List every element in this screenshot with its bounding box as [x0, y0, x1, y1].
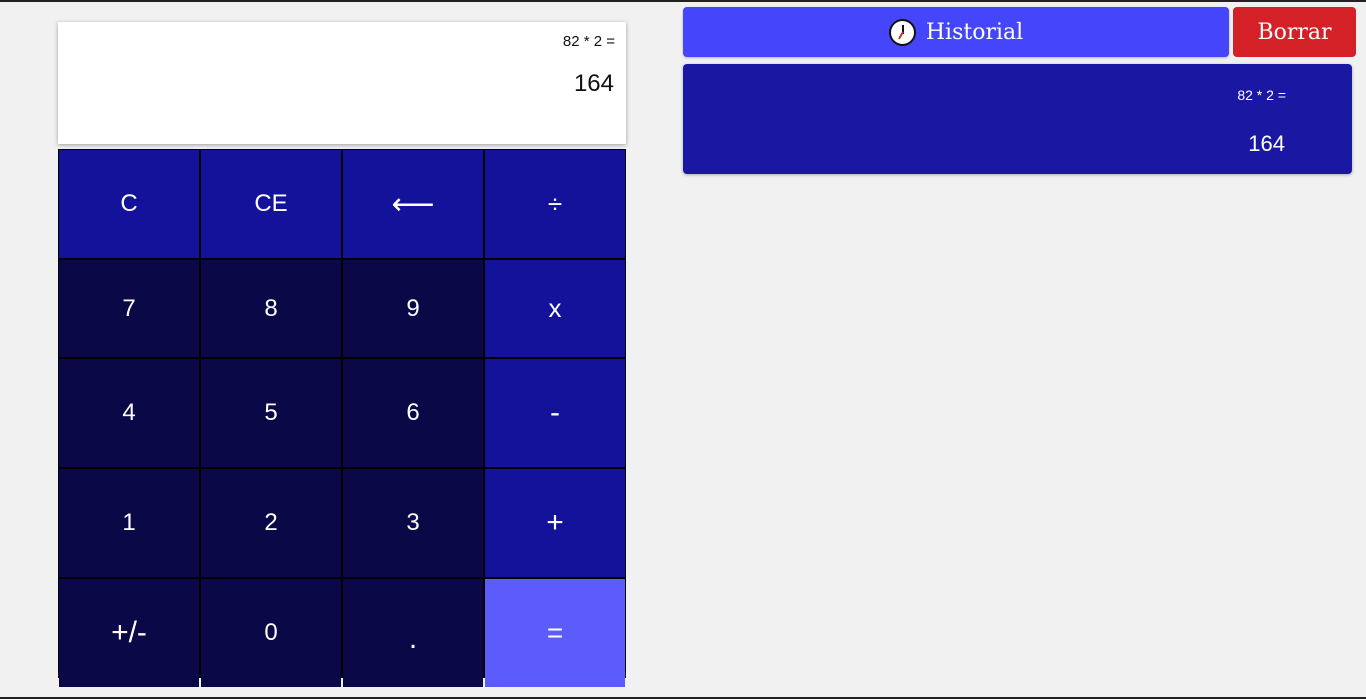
- digit-3-button[interactable]: 3: [343, 469, 483, 577]
- history-entry-expression: 82 * 2 =: [1237, 87, 1286, 103]
- digit-4-button[interactable]: 4: [59, 359, 199, 467]
- digit-2-button[interactable]: 2: [201, 469, 341, 577]
- divide-button[interactable]: ÷: [485, 150, 625, 258]
- add-button[interactable]: +: [485, 469, 625, 577]
- display-result: 164: [573, 70, 614, 97]
- calculator-display: 82 * 2 = 164: [58, 22, 626, 144]
- clear-entry-button[interactable]: CE: [201, 150, 341, 258]
- digit-8-button[interactable]: 8: [201, 260, 341, 357]
- multiply-button[interactable]: x: [485, 260, 625, 357]
- decimal-button[interactable]: .: [343, 579, 483, 687]
- history-title: Historial: [925, 19, 1024, 45]
- digit-9-button[interactable]: 9: [343, 260, 483, 357]
- digit-0-button[interactable]: 0: [201, 579, 341, 687]
- clear-history-button[interactable]: Borrar: [1233, 7, 1356, 57]
- clock-icon: [888, 18, 916, 46]
- negate-button[interactable]: +/-: [59, 579, 199, 687]
- equals-button[interactable]: =: [485, 579, 625, 687]
- history-entry-result: 164: [1248, 131, 1285, 156]
- backspace-button[interactable]: ⟵: [343, 150, 483, 258]
- subtract-button[interactable]: -: [485, 359, 625, 467]
- history-button[interactable]: Historial: [683, 7, 1229, 57]
- keypad: C CE ⟵ ÷ 7 8 9 x 4 5 6 - 1 2 3 + +/- 0 .…: [58, 149, 626, 687]
- digit-7-button[interactable]: 7: [59, 260, 199, 357]
- display-expression: 82 * 2 =: [562, 33, 615, 50]
- history-entry[interactable]: 82 * 2 = 164: [683, 64, 1352, 174]
- digit-6-button[interactable]: 6: [343, 359, 483, 467]
- digit-5-button[interactable]: 5: [201, 359, 341, 467]
- digit-1-button[interactable]: 1: [59, 469, 199, 577]
- clear-button[interactable]: C: [59, 150, 199, 258]
